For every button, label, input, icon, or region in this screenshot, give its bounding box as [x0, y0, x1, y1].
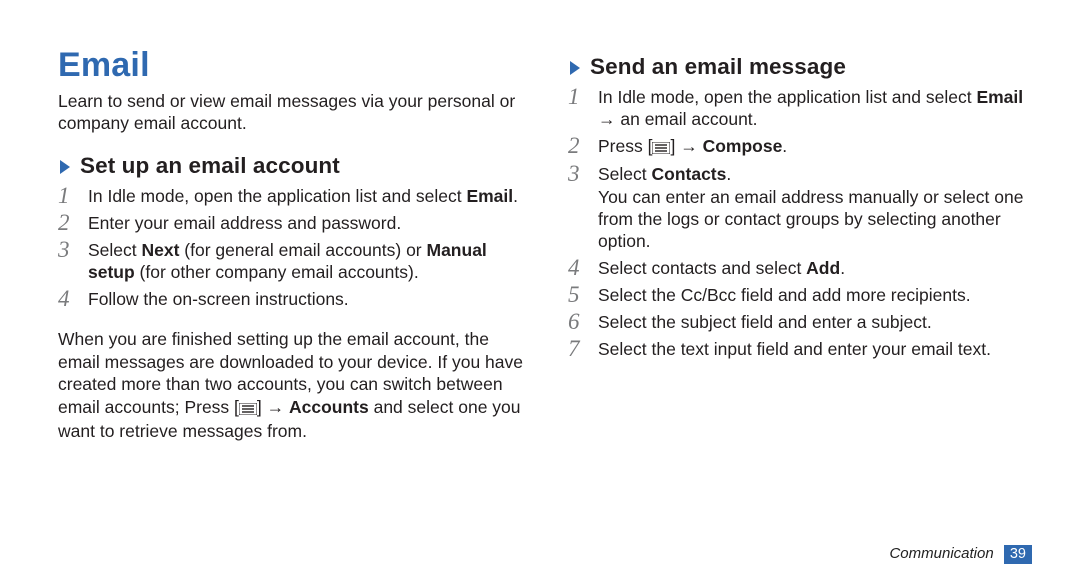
setup-step-3: 3 Select Next (for general email account…	[58, 239, 524, 284]
page-footer: Communication 39	[889, 545, 1032, 564]
chevron-right-icon	[568, 59, 584, 77]
send-steps: 1 In Idle mode, open the application lis…	[568, 86, 1034, 361]
step-text: Select Next (for general email accounts)…	[88, 239, 524, 284]
text: In Idle mode, open the application list …	[598, 87, 976, 107]
manual-page: Email Learn to send or view email messag…	[0, 0, 1080, 586]
step-number: 4	[58, 287, 88, 311]
step-number: 4	[568, 256, 598, 280]
left-column: Email Learn to send or view email messag…	[58, 46, 524, 586]
page-title: Email	[58, 46, 524, 85]
send-step-5: 5 Select the Cc/Bcc field and add more r…	[568, 284, 1034, 307]
text: .	[782, 136, 787, 156]
setup-paragraph: When you are finished setting up the ema…	[58, 328, 524, 442]
step-number: 3	[568, 162, 598, 186]
step-number: 5	[568, 283, 598, 307]
bold-email: Email	[466, 186, 513, 206]
text: ] →	[670, 136, 702, 156]
text: .	[840, 258, 845, 278]
subheading-setup-text: Set up an email account	[80, 153, 340, 179]
step-text: In Idle mode, open the application list …	[88, 185, 524, 207]
step-number: 3	[58, 238, 88, 262]
setup-step-4: 4 Follow the on-screen instructions.	[58, 288, 524, 311]
step-text: Press [ ] → Compose.	[598, 135, 1034, 159]
subheading-send: Send an email message	[568, 54, 1034, 80]
text: You can enter an email address manually …	[598, 187, 1023, 252]
footer-page-number: 39	[1004, 545, 1032, 564]
send-step-7: 7 Select the text input field and enter …	[568, 338, 1034, 361]
setup-step-1: 1 In Idle mode, open the application lis…	[58, 185, 524, 208]
setup-steps: 1 In Idle mode, open the application lis…	[58, 185, 524, 311]
text: Select contacts and select	[598, 258, 806, 278]
subheading-send-text: Send an email message	[590, 54, 846, 80]
send-step-2: 2 Press [ ] → Compose.	[568, 135, 1034, 159]
bold-compose: Compose	[703, 136, 783, 156]
step-text: Select the text input field and enter yo…	[598, 338, 1034, 360]
text: (for other company email accounts).	[135, 262, 419, 282]
bold-add: Add	[806, 258, 840, 278]
step-text: Enter your email address and password.	[88, 212, 524, 234]
text: .	[513, 186, 518, 206]
step-number: 1	[568, 85, 598, 109]
text: Select	[88, 240, 142, 260]
step-text: In Idle mode, open the application list …	[598, 86, 1034, 131]
intro-text: Learn to send or view email messages via…	[58, 91, 524, 135]
send-step-4: 4 Select contacts and select Add.	[568, 257, 1034, 280]
setup-step-2: 2 Enter your email address and password.	[58, 212, 524, 235]
step-number: 1	[58, 184, 88, 208]
step-text: Follow the on-screen instructions.	[88, 288, 524, 310]
step-number: 6	[568, 310, 598, 334]
send-step-3: 3 Select Contacts. You can enter an emai…	[568, 163, 1034, 253]
footer-section: Communication	[889, 545, 993, 562]
bold-next: Next	[142, 240, 180, 260]
bold-email: Email	[976, 87, 1023, 107]
text: Press [	[598, 136, 652, 156]
send-step-6: 6 Select the subject field and enter a s…	[568, 311, 1034, 334]
chevron-right-icon	[58, 158, 74, 176]
step-text: Select contacts and select Add.	[598, 257, 1034, 279]
text: In Idle mode, open the application list …	[88, 186, 466, 206]
step-text: Select Contacts. You can enter an email …	[598, 163, 1034, 253]
right-column: Send an email message 1 In Idle mode, op…	[568, 46, 1034, 586]
text: → an email account.	[598, 109, 758, 129]
step-text: Select the subject field and enter a sub…	[598, 311, 1034, 333]
text: ] →	[257, 397, 289, 417]
menu-icon	[652, 137, 670, 159]
step-number: 2	[58, 211, 88, 235]
text: Select	[598, 164, 652, 184]
bold-contacts: Contacts	[652, 164, 727, 184]
text: .	[726, 164, 731, 184]
subheading-setup: Set up an email account	[58, 153, 524, 179]
step-text: Select the Cc/Bcc field and add more rec…	[598, 284, 1034, 306]
text: (for general email accounts) or	[179, 240, 426, 260]
send-step-1: 1 In Idle mode, open the application lis…	[568, 86, 1034, 131]
bold-accounts: Accounts	[289, 397, 369, 417]
menu-icon	[239, 398, 257, 420]
step-number: 7	[568, 337, 598, 361]
step-number: 2	[568, 134, 598, 158]
